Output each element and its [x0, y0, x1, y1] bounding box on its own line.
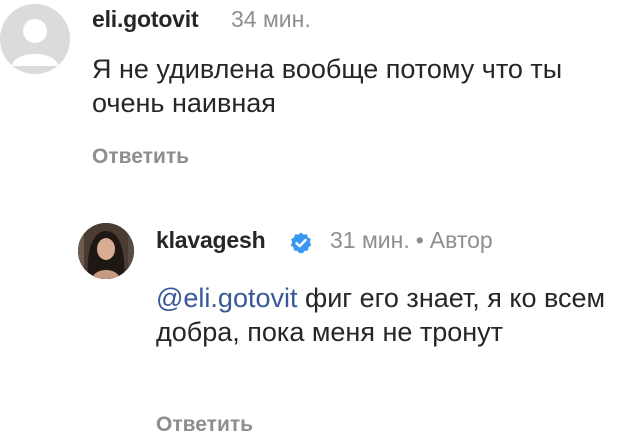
comment-timestamp: 34 мин. [231, 6, 311, 32]
default-avatar-icon[interactable] [0, 4, 70, 74]
mention-link[interactable]: @eli.gotovit [156, 283, 297, 313]
comment-username[interactable]: eli.gotovit [92, 6, 199, 33]
verified-badge-icon [290, 232, 312, 254]
comment-text: @eli.gotovit фиг его знает, я ко всем до… [156, 281, 616, 349]
comment-text: Я не удивлена вообще потому что ты очень… [92, 54, 563, 118]
reply-button[interactable]: Ответить [92, 145, 189, 169]
comment: eli.gotovit 34 мин. Я не удивлена вообще… [0, 0, 640, 190]
user-avatar[interactable] [78, 223, 134, 279]
meta-separator: • [415, 227, 424, 253]
comment-meta: 31 мин. • Автор [330, 227, 493, 254]
comment-timestamp: 31 мин. [330, 227, 410, 253]
author-badge: Автор [429, 227, 493, 253]
comment-reply: klavagesh 31 мин. • Автор @eli.gotovit фиг… [0, 205, 640, 440]
comment-username[interactable]: klavagesh [156, 227, 266, 254]
reply-button[interactable]: Ответить [156, 413, 253, 437]
